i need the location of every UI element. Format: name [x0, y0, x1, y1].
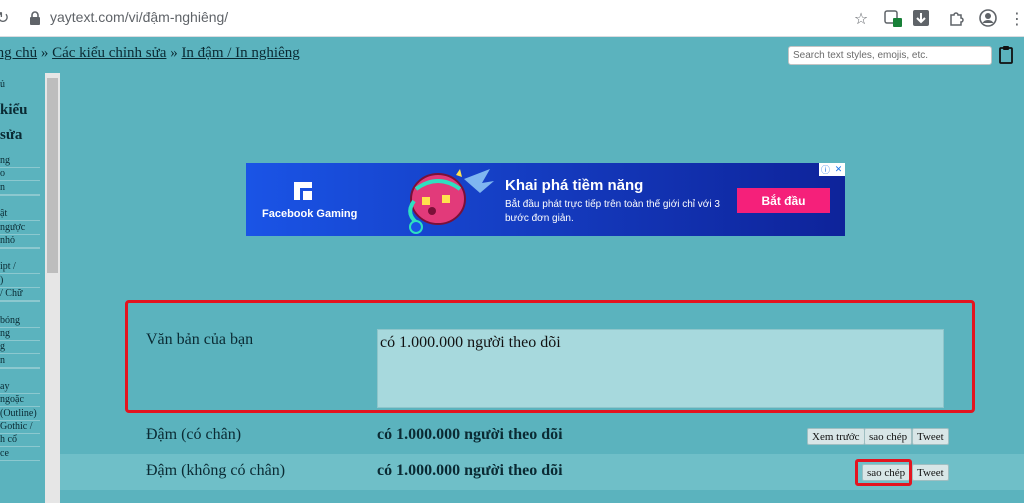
profile-icon[interactable] [977, 7, 999, 29]
sidebar-item[interactable] [0, 248, 40, 249]
result-value: có 1.000.000 người theo dõi [377, 462, 563, 479]
tweet-button[interactable]: Tweet [912, 428, 949, 445]
sidebar-heading: kiểu [0, 102, 28, 118]
result-label: Đậm (có chân) [146, 426, 242, 443]
sidebar-item[interactable]: (Outline) [0, 408, 40, 421]
sidebar-item[interactable]: ng [0, 328, 40, 341]
sidebar-item[interactable]: n [0, 182, 40, 195]
preview-button[interactable]: Xem trước [807, 428, 865, 445]
sidebar-item[interactable]: h cổ [0, 434, 40, 447]
breadcrumb-edit-styles[interactable]: Các kiểu chỉnh sửa [52, 45, 166, 61]
input-label: Văn bản của bạn [146, 331, 254, 348]
breadcrumb-separator: » [37, 45, 53, 61]
sidebar-heading: sửa [0, 127, 23, 143]
address-bar[interactable]: yaytext.com/vi/đậm-nghiêng/ [50, 9, 228, 25]
sidebar-item[interactable]: bóng [0, 315, 40, 328]
sidebar-item[interactable]: ce [0, 448, 40, 461]
sidebar-item[interactable]: ngoặc [0, 394, 40, 407]
ad-banner[interactable]: Facebook Gaming Khai phá tiềm năng Bắt đ… [246, 163, 845, 236]
sidebar-item[interactable]: nhỏ [0, 235, 40, 248]
sidebar-item[interactable]: ipt / [0, 261, 40, 274]
sidebar-item[interactable]: g [0, 341, 40, 354]
tweet-button[interactable]: Tweet [912, 464, 949, 481]
copy-button[interactable]: sao chép [864, 428, 913, 445]
ad-brand: Facebook Gaming [262, 208, 358, 220]
text-input[interactable] [377, 329, 944, 408]
ad-headline: Khai phá tiềm năng [505, 177, 644, 194]
copy-button-highlight-box [855, 459, 912, 486]
ad-subtext: Bắt đầu phát trực tiếp trên toàn thế giớ… [505, 199, 720, 224]
reload-icon[interactable]: ↻ [0, 8, 9, 27]
breadcrumb-current[interactable]: In đậm / In nghiêng [181, 45, 299, 61]
sidebar-item[interactable]: n [0, 355, 40, 368]
sidebar-item[interactable]: ngược [0, 222, 40, 235]
sidebar-item[interactable]: Gothic / [0, 421, 40, 434]
sidebar-item[interactable]: ay [0, 381, 40, 394]
clipboard-icon[interactable] [999, 45, 1013, 64]
menu-icon[interactable]: ⋮ [1006, 7, 1024, 29]
sidebar: ủ kiểu sửa ng o n ật ngược nhỏ ipt /) / Chữ bóng… [0, 73, 40, 503]
sidebar-item[interactable]: ật [0, 208, 40, 221]
breadcrumb: ang chủ » Các kiểu chỉnh sửa » In đậm / … [0, 45, 300, 62]
sidebar-item[interactable]: ) [0, 275, 40, 288]
sidebar-item[interactable]: ủ [0, 79, 40, 91]
ad-cta-button[interactable]: Bắt đầu [737, 188, 830, 213]
browser-toolbar: ↻ yaytext.com/vi/đậm-nghiêng/ ☆ ⋮ [0, 0, 1024, 37]
sidebar-scrollbar-thumb[interactable] [47, 78, 58, 273]
breadcrumb-separator: » [166, 45, 182, 61]
sidebar-item[interactable] [0, 368, 40, 369]
breadcrumb-home[interactable]: ang chủ [0, 45, 37, 61]
star-icon[interactable]: ☆ [850, 7, 872, 29]
sidebar-item[interactable]: / Chữ [0, 288, 40, 301]
download-icon[interactable] [910, 7, 932, 29]
sidebar-item[interactable] [0, 301, 40, 302]
result-label: Đậm (không có chân) [146, 462, 286, 479]
sidebar-item[interactable]: ng [0, 155, 40, 168]
facebook-gaming-logo-icon [294, 182, 312, 200]
result-value: có 1.000.000 người theo dõi [377, 426, 563, 443]
ad-choices[interactable]: ⓘ ✕ [819, 163, 845, 176]
puzzle-icon[interactable] [946, 7, 968, 29]
close-icon[interactable]: ✕ [832, 163, 845, 176]
info-icon[interactable]: ⓘ [819, 163, 832, 176]
lock-icon[interactable] [28, 10, 42, 26]
mascot-icon [408, 169, 494, 234]
extension-badge-icon[interactable] [882, 7, 904, 29]
sidebar-item[interactable]: o [0, 168, 40, 181]
search-input[interactable] [788, 46, 992, 65]
sidebar-item[interactable] [0, 195, 40, 196]
